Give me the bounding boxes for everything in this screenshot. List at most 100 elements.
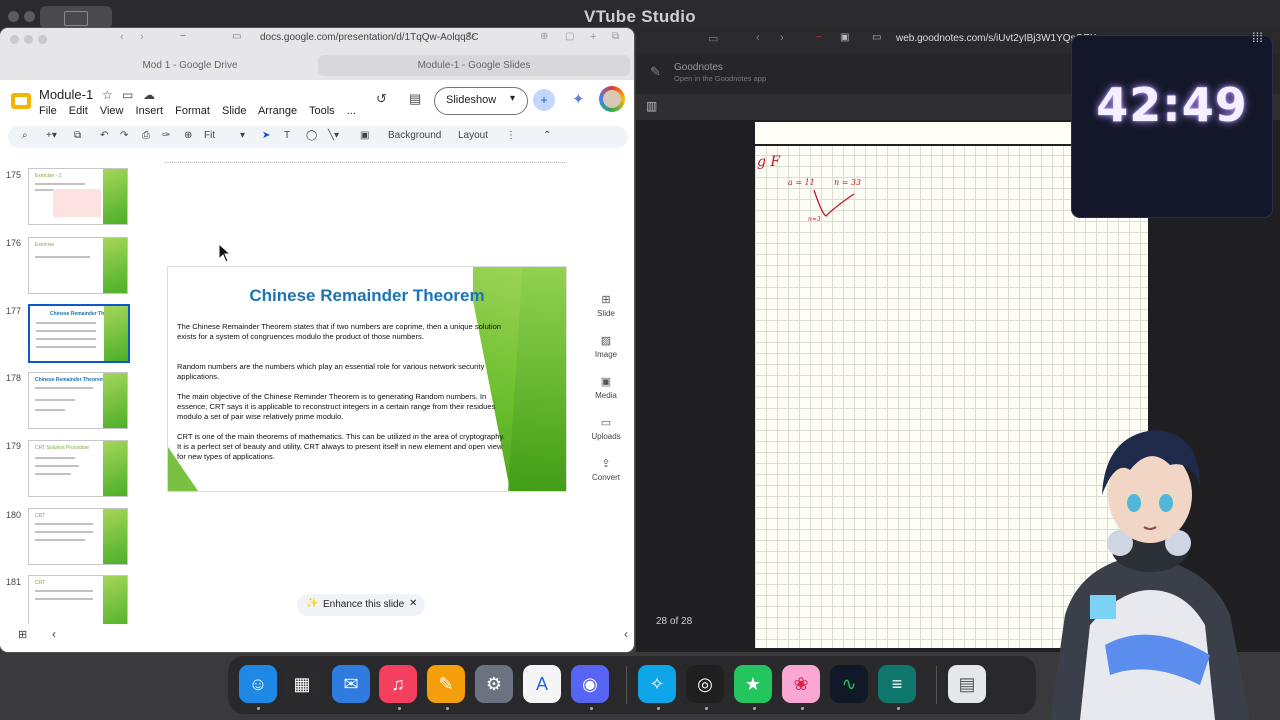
menu-edit[interactable]: Edit [69,105,88,117]
star-icon[interactable]: ☆ [102,88,113,102]
chevron-down-icon[interactable]: ▾ [510,93,515,104]
chevron-down-icon[interactable]: ▾ [240,130,245,141]
downloads-icon[interactable]: ▤ [948,665,986,703]
open-in-app-link[interactable]: Open in the Goodnotes app [674,74,766,83]
slide-paragraph[interactable]: The main objective of the Chinese Remind… [177,392,507,422]
search-icon[interactable]: ⌕ [22,130,28,141]
shape-icon[interactable]: ◯ [306,130,317,141]
collapse-filmstrip-icon[interactable]: ‹ [52,627,56,641]
text-box-icon[interactable]: T [284,130,290,141]
discord-icon[interactable]: ◉ [571,665,609,703]
back-arrow-icon[interactable]: ‹ [756,32,760,44]
close-window-dot[interactable] [8,11,19,22]
version-history-icon[interactable]: ↺ [376,91,387,107]
side-item-image[interactable]: ▨ Image [587,334,625,359]
sidebar-icon[interactable]: ▭ [708,32,718,45]
move-folder-icon[interactable]: ▭ [122,88,133,102]
redo-icon[interactable]: ↷ [120,130,128,141]
share-page-icon[interactable]: ▣ [840,32,849,43]
slide-thumbnail-selected[interactable]: Chinese Remainder Theorem [28,304,130,363]
document-title[interactable]: Module-1 [39,87,93,102]
tab-overview-icon[interactable]: ⧉ [612,31,619,42]
zoom-dot[interactable] [38,35,47,44]
settings-icon[interactable]: ⚙ [475,665,513,703]
undo-icon[interactable]: ↶ [100,130,108,141]
menu-insert[interactable]: Insert [136,105,164,117]
comment-icon[interactable]: ▣ [360,130,369,141]
finder-icon[interactable]: ☺ [239,665,277,703]
slides-logo-icon[interactable] [11,93,31,109]
close-dot[interactable] [10,35,19,44]
current-slide[interactable]: Chinese Remainder Theorem The Chinese Re… [167,266,567,492]
comments-icon[interactable]: ▤ [409,91,421,107]
avatar[interactable] [599,86,625,112]
grid-view-icon[interactable]: ⊞ [18,628,27,641]
menu-arrange[interactable]: Arrange [258,105,297,117]
record-icon[interactable]: − [816,32,822,43]
app-store-icon[interactable]: A [523,665,561,703]
minimize-window-dot[interactable] [24,11,35,22]
reload-icon[interactable]: ↻ [467,31,475,42]
side-item-media[interactable]: ▣ Media [587,375,625,400]
forward-arrow-icon[interactable]: › [780,32,784,44]
download-icon[interactable]: ⊕ [540,31,548,42]
sidebar-toggle-icon[interactable] [40,6,112,28]
launchpad-icon[interactable]: ▦ [283,665,321,703]
menu-more[interactable]: ... [347,105,356,117]
obs-icon[interactable]: ◎ [686,665,724,703]
slide-thumbnail[interactable]: Exercise - 1 [28,168,128,225]
layout-icon[interactable]: ⧉ [74,130,81,141]
side-item-uploads[interactable]: ▭ Uploads [587,416,625,441]
vtube-icon[interactable]: ❀ [782,665,820,703]
safari-icon[interactable]: ✧ [638,665,676,703]
more-options-icon[interactable]: ⋮ [506,130,516,141]
share-page-icon[interactable]: ▢ [565,31,574,42]
slide-thumbnail[interactable]: Chinese Remainder Theorem [28,372,128,429]
slide-title[interactable]: Chinese Remainder Theorem [168,286,566,306]
menu-file[interactable]: File [39,105,57,117]
slide-paragraph[interactable]: CRT is one of the main theorems of mathe… [177,432,507,462]
address-bar[interactable]: web.goodnotes.com/s/iUvt2yIBj3W1YQsQEK [896,33,1097,44]
activity-monitor-icon[interactable]: ∿ [830,665,868,703]
tab-google-slides[interactable]: Module-1 - Google Slides [318,55,630,76]
address-bar[interactable]: docs.google.com/presentation/d/1TqQw-Aol… [260,32,478,43]
line-icon[interactable]: ╲▾ [328,130,339,141]
new-slide-icon[interactable]: +▾ [46,130,57,141]
share-icon[interactable]: + [533,89,555,111]
collapse-icon[interactable]: ⌃ [543,130,551,141]
record-icon[interactable]: − [180,31,186,42]
zoom-select[interactable]: Fit [204,130,215,141]
sidebar-toggle-icon[interactable]: ▥ [646,99,657,113]
select-tool-icon[interactable]: ➤ [262,130,270,141]
back-arrow-icon[interactable]: ‹ [120,31,124,43]
mail-icon[interactable]: ✉ [332,665,370,703]
slide-thumbnail[interactable]: CRT [28,508,128,565]
enhance-slide-pill[interactable]: ✨ Enhance this slide ✕ [297,594,425,616]
collapse-panel-icon[interactable]: ‹ [624,627,628,641]
paint-format-icon[interactable]: ✑ [162,130,170,141]
menu-format[interactable]: Format [175,105,210,117]
new-tab-icon[interactable]: + [590,31,596,43]
menu-view[interactable]: View [100,105,124,117]
close-icon[interactable]: ✕ [409,598,417,609]
forward-arrow-icon[interactable]: › [140,31,144,43]
pages-icon[interactable]: ✎ [427,665,465,703]
slide-paragraph[interactable]: The Chinese Remainder Theorem states tha… [177,322,507,342]
slide-thumbnail[interactable]: CRT Solution Procedure [28,440,128,497]
music-icon[interactable]: ♫ [379,665,417,703]
gemini-icon[interactable]: ✦ [572,90,585,108]
background-button[interactable]: Background [388,130,441,141]
layout-button[interactable]: Layout [458,130,488,141]
slideshow-button[interactable]: Slideshow ▾ [434,87,528,115]
slide-thumbnail[interactable]: Exercise [28,237,128,294]
sticker-icon[interactable]: ★ [734,665,772,703]
zoom-icon[interactable]: ⊕ [184,130,192,141]
grid-menu-icon[interactable]: ⁞⁞⁞ [1252,30,1263,45]
tab-google-drive[interactable]: Mod 1 - Google Drive [80,55,300,76]
menu-tools[interactable]: Tools [309,105,335,117]
print-icon[interactable]: ⎙ [142,130,150,141]
menu-slide[interactable]: Slide [222,105,246,117]
minimize-dot[interactable] [24,35,33,44]
script-editor-icon[interactable]: ≡ [878,665,916,703]
slide-paragraph[interactable]: Random numbers are the numbers which pla… [177,362,507,382]
